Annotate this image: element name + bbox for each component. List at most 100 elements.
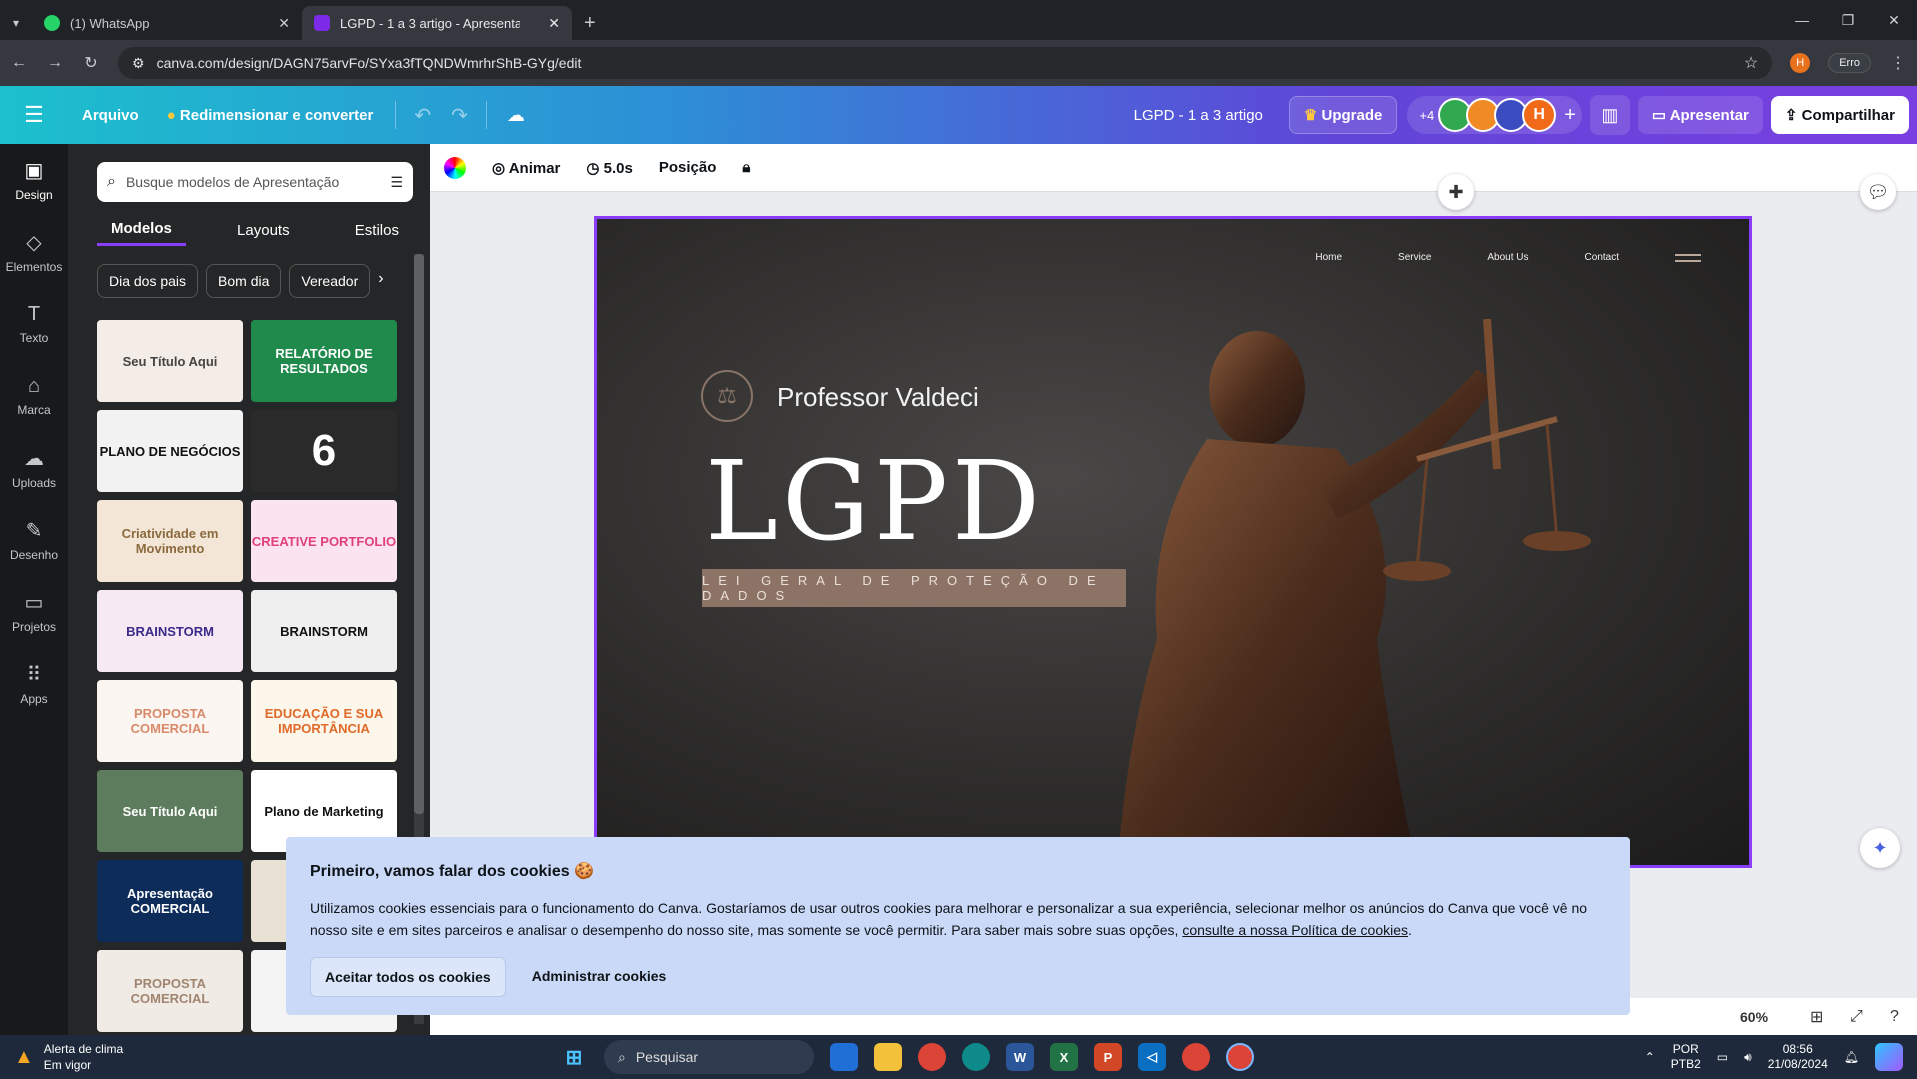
template-thumbnail[interactable]: Criatividade em Movimento (97, 500, 243, 582)
url-field[interactable]: ⚙ canva.com/design/DAGN75arvFo/SYxa3fTQN… (118, 47, 1773, 79)
clock[interactable]: 08:56 21/08/2024 (1768, 1042, 1828, 1072)
present-button[interactable]: ▭ Apresentar (1637, 96, 1763, 134)
bookmark-star-icon[interactable]: ☆ (1744, 53, 1758, 73)
insights-chart-icon[interactable]: ▥ (1589, 95, 1630, 135)
grid-view-icon[interactable]: ⊞ (1810, 1007, 1823, 1027)
fullscreen-icon[interactable]: ⤢ (1850, 1008, 1863, 1026)
file-explorer-icon[interactable] (874, 1043, 902, 1071)
cloud-save-icon[interactable]: ☁ (495, 105, 537, 126)
help-icon[interactable]: ? (1890, 1008, 1899, 1026)
close-window-icon[interactable]: ✕ (1871, 12, 1917, 29)
rail-item-elements[interactable]: ◇ Elementos (0, 216, 68, 288)
template-thumbnail[interactable]: PROPOSTA COMERCIAL (97, 680, 243, 762)
edge-icon[interactable] (962, 1043, 990, 1071)
word-icon[interactable]: W (1006, 1043, 1034, 1071)
template-search-input[interactable]: ⌕ Busque modelos de Apresentação ☰ (97, 162, 413, 202)
powerpoint-icon[interactable]: P (1094, 1043, 1122, 1071)
rail-item-brand[interactable]: ⌂ Marca (0, 360, 68, 432)
rail-item-text[interactable]: T Texto (0, 288, 68, 360)
excel-icon[interactable]: X (1050, 1043, 1078, 1071)
template-thumbnail[interactable]: PLANO DE NEGÓCIOS (97, 410, 243, 492)
windows-start-icon[interactable]: ⊞ (560, 1043, 588, 1071)
avatar[interactable]: H (1522, 98, 1557, 132)
upgrade-button[interactable]: ♛ Upgrade (1288, 96, 1398, 134)
template-thumbnail[interactable]: Apresentação COMERCIAL (97, 860, 243, 942)
duration-button[interactable]: ◷ 5.0s (586, 159, 632, 177)
template-thumbnail[interactable]: BRAINSTORM (251, 590, 397, 672)
close-icon[interactable]: ✕ (548, 15, 560, 32)
forward-icon[interactable]: → (46, 54, 64, 72)
reload-icon[interactable]: ↻ (82, 53, 100, 73)
copilot-icon[interactable] (1875, 1043, 1903, 1071)
chevron-up-icon[interactable]: ⌃ (1645, 1050, 1655, 1064)
notification-bell-icon[interactable]: 🔔︎ (1844, 1050, 1859, 1064)
share-button[interactable]: ⇪ Compartilhar (1770, 96, 1909, 134)
document-title[interactable]: LGPD - 1 a 3 artigo (1134, 107, 1263, 124)
rail-item-projects[interactable]: ▭ Projetos (0, 576, 68, 648)
scrollbar-thumb[interactable] (414, 254, 424, 814)
undo-icon[interactable]: ↶ (404, 103, 441, 128)
language-indicator[interactable]: POR PTB2 (1671, 1042, 1701, 1072)
minimize-icon[interactable]: — (1779, 12, 1825, 28)
taskbar-search[interactable]: ⌕ Pesquisar (604, 1040, 814, 1074)
template-thumbnail[interactable]: BRAINSTORM (97, 590, 243, 672)
chevron-right-icon[interactable]: › (378, 264, 383, 298)
magic-assistant-icon[interactable]: ✦ (1860, 828, 1900, 868)
template-thumbnail[interactable]: RELATÓRIO DE RESULTADOS (251, 320, 397, 402)
animate-button[interactable]: ◎ Animar (492, 159, 560, 177)
slide-headline[interactable]: LGPD (705, 437, 1044, 565)
chip[interactable]: Vereador (289, 264, 371, 298)
hamburger-menu-icon[interactable]: ☰ (0, 102, 68, 128)
vscode-icon[interactable]: ◁ (1138, 1043, 1166, 1071)
zoom-level[interactable]: 60% (1740, 1009, 1768, 1025)
template-thumbnail[interactable]: CREATIVE PORTFOLIO (251, 500, 397, 582)
site-info-icon[interactable]: ⚙ (132, 55, 145, 72)
network-icon[interactable]: ▭ (1717, 1050, 1728, 1064)
close-icon[interactable]: ✕ (278, 15, 290, 32)
add-comment-icon[interactable]: ✚ (1438, 174, 1474, 210)
add-collaborator-icon[interactable]: + (1564, 104, 1576, 127)
file-menu[interactable]: Arquivo (68, 107, 153, 124)
new-tab-button[interactable]: + (572, 6, 608, 40)
lock-icon[interactable]: 🔒︎ (742, 159, 750, 176)
template-thumbnail[interactable]: EDUCAÇÃO E SUA IMPORTÂNCIA (251, 680, 397, 762)
restore-icon[interactable]: ❐ (1825, 12, 1871, 29)
weather-widget[interactable]: ▲ Alerta de clima Em vigor (0, 1041, 560, 1073)
tab-whatsapp[interactable]: (1) WhatsApp ✕ (32, 6, 302, 40)
accept-cookies-button[interactable]: Aceitar todos os cookies (310, 957, 506, 997)
filter-icon[interactable]: ☰ (390, 174, 403, 191)
volume-icon[interactable]: 🔊︎ (1744, 1050, 1752, 1065)
color-picker-icon[interactable] (444, 156, 466, 179)
redo-icon[interactable]: ↷ (441, 103, 478, 128)
collaborators[interactable]: +4 H + (1407, 96, 1582, 134)
tab-templates[interactable]: Modelos (97, 214, 186, 246)
tab-styles[interactable]: Estilos (341, 214, 413, 246)
template-thumbnail[interactable]: Seu Título Aqui (97, 770, 243, 852)
chrome-icon[interactable] (1226, 1043, 1254, 1071)
chrome-icon[interactable] (918, 1043, 946, 1071)
chip[interactable]: Bom dia (206, 264, 282, 298)
slide-subtitle[interactable]: LEI GERAL DE PROTEÇÃO DE DADOS (702, 569, 1126, 607)
rail-item-design[interactable]: ▣ Design (0, 144, 68, 216)
rail-item-draw[interactable]: ✎ Desenho (0, 504, 68, 576)
position-button[interactable]: Posição (659, 159, 717, 176)
template-thumbnail[interactable]: 6 (251, 410, 397, 492)
tab-search-dropdown[interactable]: ▾ (0, 6, 32, 40)
rail-item-uploads[interactable]: ☁ Uploads (0, 432, 68, 504)
back-icon[interactable]: ← (10, 54, 28, 72)
resize-button[interactable]: ● Redimensionar e converter (153, 107, 388, 124)
firefox-icon[interactable] (830, 1043, 858, 1071)
chrome-icon[interactable] (1182, 1043, 1210, 1071)
slide-author[interactable]: Professor Valdeci (777, 382, 979, 413)
tab-layouts[interactable]: Layouts (223, 214, 304, 246)
manage-cookies-button[interactable]: Administrar cookies (518, 957, 681, 997)
template-thumbnail[interactable]: PROPOSTA COMERCIAL (97, 950, 243, 1032)
error-badge[interactable]: Erro (1828, 53, 1871, 73)
tab-canva[interactable]: LGPD - 1 a 3 artigo - Apresentaç ✕ (302, 6, 572, 40)
comment-icon[interactable]: 💬︎ (1860, 174, 1896, 210)
more-menu-icon[interactable]: ⋮ (1889, 53, 1907, 73)
profile-avatar[interactable]: H (1790, 53, 1811, 73)
cookie-policy-link[interactable]: consulte a nossa Política de cookies (1182, 922, 1408, 938)
rail-item-apps[interactable]: ⠿ Apps (0, 648, 68, 720)
template-thumbnail[interactable]: Seu Título Aqui (97, 320, 243, 402)
